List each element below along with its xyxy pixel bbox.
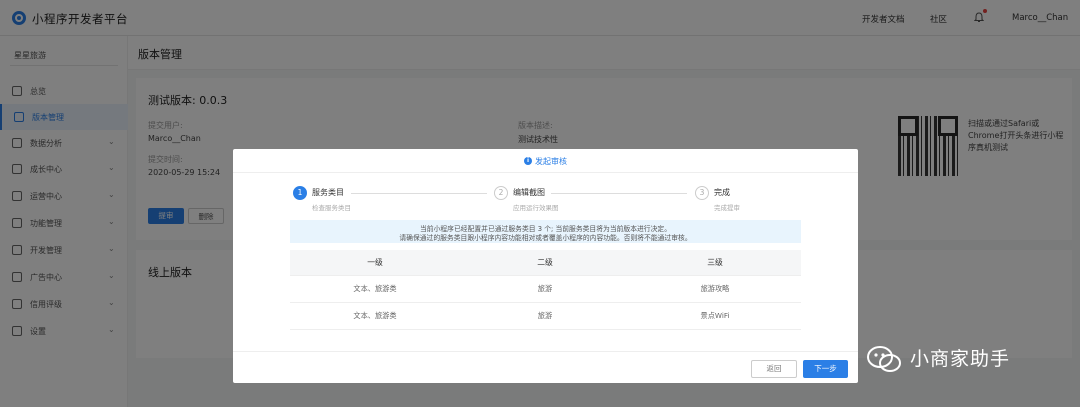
step-desc: 应用运行效果图 bbox=[513, 204, 559, 212]
step-title: 编辑截图 bbox=[513, 188, 545, 197]
step-desc: 完成提审 bbox=[714, 204, 740, 212]
dialog-header: i 发起审核 bbox=[233, 149, 858, 173]
category-notice: 当前小程序已经配置并已通过服务类目 3 个; 当前服务类目将为当前版本进行决定。… bbox=[290, 220, 801, 243]
table-cell: 文本、旅游类 bbox=[353, 311, 397, 320]
table-row: 文本、旅游类 旅游 旅游攻略 bbox=[290, 276, 801, 303]
table-cell: 旅游 bbox=[537, 311, 553, 320]
step-connector bbox=[351, 193, 487, 194]
next-step-button[interactable]: 下一步 bbox=[803, 360, 848, 378]
table-cell: 景点WiFi bbox=[700, 311, 730, 320]
category-table: 一级 二级 三级 文本、旅游类 旅游 旅游攻略 文本、旅游类 旅游 景点WiFi bbox=[290, 250, 801, 330]
table-row: 文本、旅游类 旅游 景点WiFi bbox=[290, 303, 801, 330]
back-button[interactable]: 返回 bbox=[751, 360, 797, 378]
watermark-text: 小商家助手 bbox=[910, 348, 1011, 370]
dialog-title: 发起审核 bbox=[535, 157, 567, 166]
table-cell: 旅游攻略 bbox=[700, 284, 730, 293]
notice-line: 请确保通过的服务类目跟小程序内容功能相对或者覆盖小程序的内容功能。否则将不能通过… bbox=[399, 234, 692, 242]
table-header-cell: 一级 bbox=[367, 258, 383, 267]
table-header-cell: 三级 bbox=[707, 258, 723, 267]
table-header-cell: 二级 bbox=[537, 258, 553, 267]
info-icon: i bbox=[524, 157, 532, 165]
dialog-footer: 返回 下一步 bbox=[233, 351, 858, 383]
step-number: 1 bbox=[293, 186, 307, 200]
step-desc: 检查服务类目 bbox=[312, 204, 351, 212]
step-title: 完成 bbox=[714, 188, 730, 197]
step-connector bbox=[551, 193, 687, 194]
table-cell: 文本、旅游类 bbox=[353, 284, 397, 293]
table-header-row: 一级 二级 三级 bbox=[290, 250, 801, 276]
step-number: 2 bbox=[494, 186, 508, 200]
step-title: 服务类目 bbox=[312, 188, 344, 197]
step-number: 3 bbox=[695, 186, 709, 200]
table-cell: 旅游 bbox=[537, 284, 553, 293]
wechat-icon bbox=[867, 346, 901, 372]
submit-review-dialog: i 发起审核 1 服务类目 检查服务类目 2 编辑截图 应用运行效果图 3 完成… bbox=[233, 149, 858, 383]
